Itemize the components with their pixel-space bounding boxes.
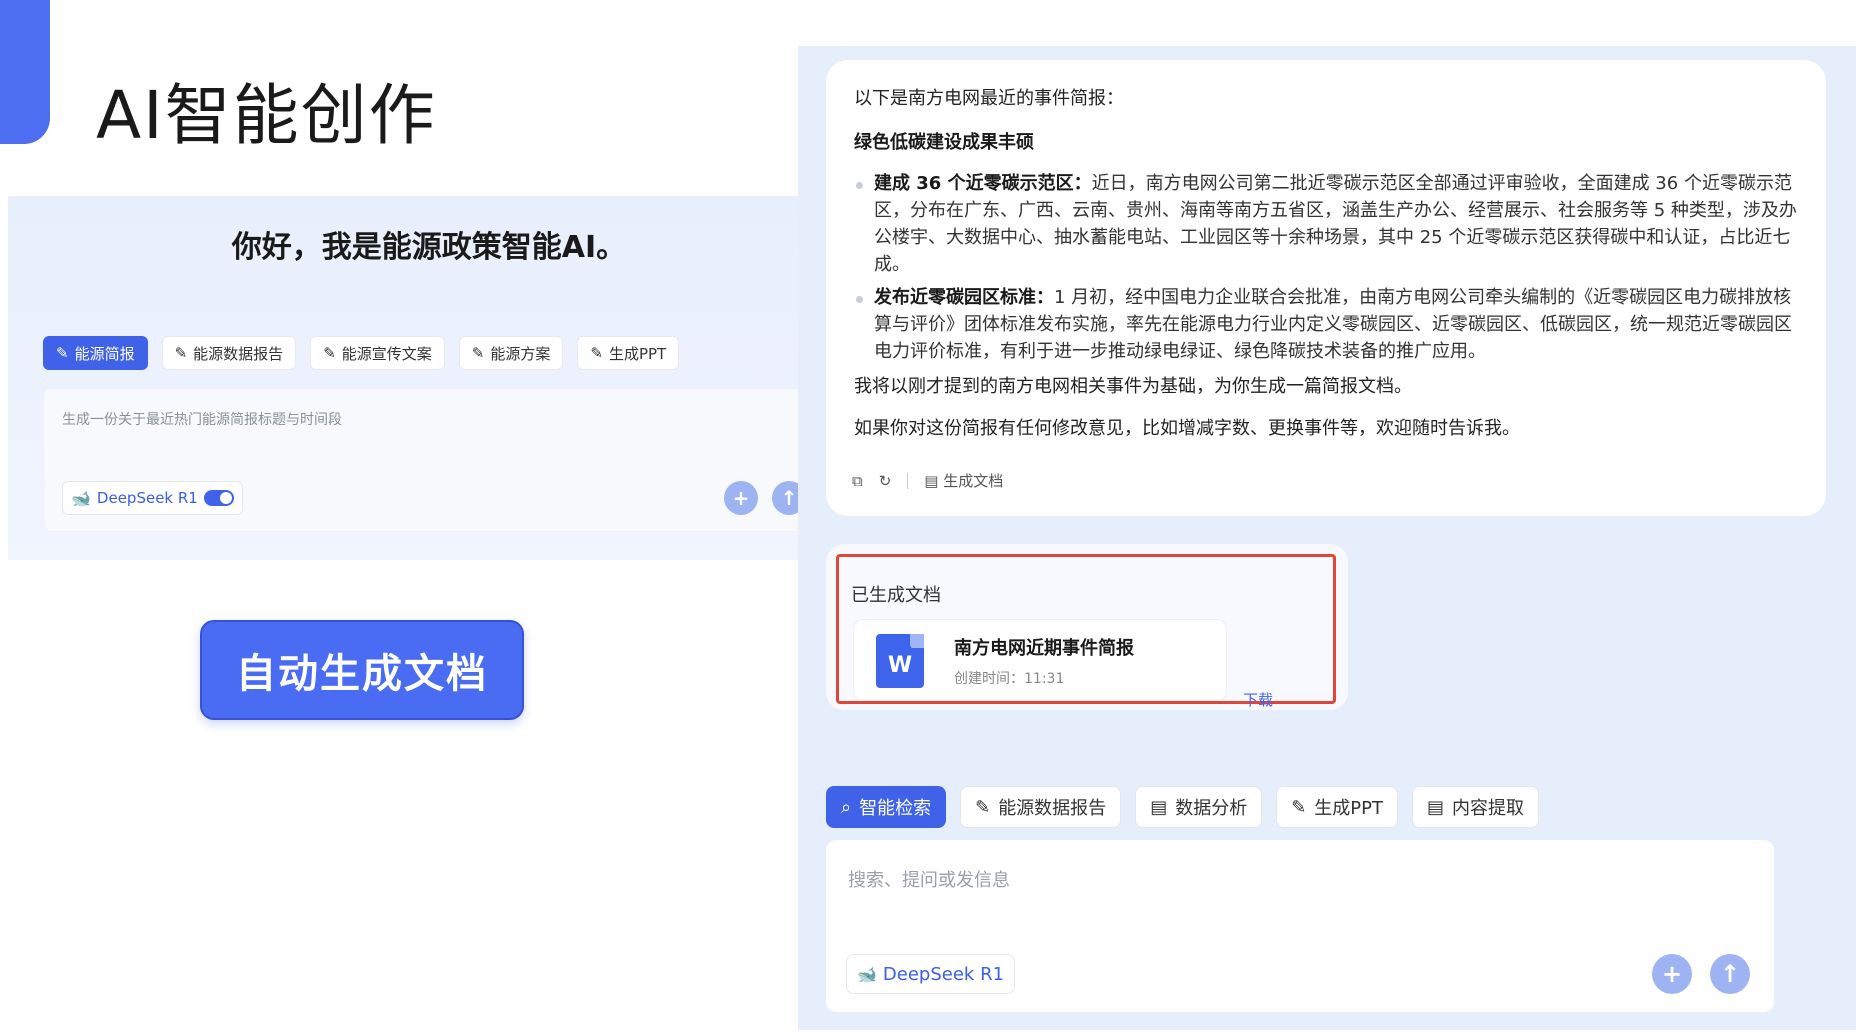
model-name: DeepSeek R1 xyxy=(96,489,198,507)
right-input-box[interactable]: 搜索、提问或发信息 🐋 DeepSeek R1 + ↑ xyxy=(826,840,1774,1012)
message-paragraph-2: 如果你对这份简报有任何修改意见，比如增减字数、更换事件等，欢迎随时告诉我。 xyxy=(854,418,1520,439)
doc-file-item[interactable]: W 南方电网近期事件简报 创建时间：11:31 xyxy=(853,619,1227,701)
chip-energy-data-report[interactable]: ✎ 能源数据报告 xyxy=(960,786,1122,828)
auto-generate-doc-button[interactable]: 自动生成文档 xyxy=(200,620,524,720)
left-input-box[interactable]: 生成一份关于最近热门能源简报标题与时间段 🐋 DeepSeek R1 + ↑ xyxy=(43,388,825,532)
pencil-icon: ✎ xyxy=(174,343,188,362)
add-attachment-button[interactable]: + xyxy=(1652,954,1692,994)
regenerate-icon[interactable]: ↻ xyxy=(879,472,892,490)
doc-created-time: 创建时间：11:31 xyxy=(954,671,1065,687)
message-bullet-1: 建成 36 个近零碳示范区：近日，南方电网公司第二批近零碳示范区全部通过评审验收… xyxy=(854,170,1804,278)
left-input-text[interactable]: 生成一份关于最近热门能源简报标题与时间段 xyxy=(62,409,342,429)
search-icon: ⌕ xyxy=(841,796,852,818)
document-icon: ▤ xyxy=(924,472,939,490)
send-button[interactable]: ↑ xyxy=(1710,954,1750,994)
chip-energy-data-report[interactable]: ✎ 能源数据报告 xyxy=(161,336,297,370)
assistant-message-bubble: 以下是南方电网最近的事件简报： 绿色低碳建设成果丰硕 建成 36 个近零碳示范区… xyxy=(826,60,1826,516)
generate-doc-action[interactable]: ▤ 生成文档 xyxy=(924,470,1003,491)
divider xyxy=(907,472,909,489)
right-chat-panel: 以下是南方电网最近的事件简报： 绿色低碳建设成果丰硕 建成 36 个近零碳示范区… xyxy=(798,46,1856,1030)
message-paragraph-1: 我将以刚才提到的南方电网相关事件为基础，为你生成一篇简报文档。 xyxy=(854,376,1412,397)
accent-bar xyxy=(0,0,50,144)
slide-title: AI智能创作 xyxy=(96,77,437,154)
left-model-selector[interactable]: 🐋 DeepSeek R1 xyxy=(62,481,243,515)
right-model-selector[interactable]: 🐋 DeepSeek R1 xyxy=(846,954,1016,994)
left-chip-row: ✎ 能源简报 ✎ 能源数据报告 ✎ 能源宣传文案 ✎ 能源方案 ✎ 生成PPT xyxy=(43,336,680,370)
copy-icon[interactable]: ⧉ xyxy=(852,472,863,490)
document-icon: ▤ xyxy=(1427,796,1445,818)
pencil-icon: ✎ xyxy=(323,343,336,362)
chip-energy-promo-copy[interactable]: ✎ 能源宣传文案 xyxy=(310,336,445,370)
add-attachment-button[interactable]: + xyxy=(724,481,758,515)
word-file-icon: W xyxy=(876,634,924,688)
chip-energy-brief[interactable]: ✎ 能源简报 xyxy=(43,336,148,370)
download-link[interactable]: 下载 xyxy=(1243,689,1273,710)
chip-data-analysis[interactable]: ▤ 数据分析 xyxy=(1135,786,1263,828)
right-chip-row: ⌕ 智能检索 ✎ 能源数据报告 ▤ 数据分析 ✎ 生成PPT ▤ 内容提取 xyxy=(826,786,1540,828)
pencil-icon: ✎ xyxy=(471,343,485,362)
deepseek-whale-icon: 🐋 xyxy=(857,964,877,984)
deepseek-whale-icon: 🐋 xyxy=(71,488,91,508)
message-intro: 以下是南方电网最近的事件简报： xyxy=(854,88,1124,109)
chip-content-extract[interactable]: ▤ 内容提取 xyxy=(1412,786,1540,828)
generated-doc-label: 已生成文档 xyxy=(851,585,941,606)
pencil-icon: ✎ xyxy=(975,796,991,818)
search-input[interactable]: 搜索、提问或发信息 xyxy=(848,866,1010,892)
greeting-text: 你好，我是能源政策智能AI。 xyxy=(231,230,627,265)
generated-doc-card: 已生成文档 W 南方电网近期事件简报 创建时间：11:31 下载 xyxy=(826,544,1348,710)
pencil-icon: ✎ xyxy=(56,343,69,362)
chip-generate-ppt[interactable]: ✎ 生成PPT xyxy=(1276,786,1399,828)
doc-title: 南方电网近期事件简报 xyxy=(954,638,1134,659)
model-name: DeepSeek R1 xyxy=(882,963,1005,985)
chip-energy-plan[interactable]: ✎ 能源方案 xyxy=(458,336,564,370)
message-actions: ⧉ ↻ ▤ 生成文档 xyxy=(852,470,1003,491)
message-bullet-2: 发布近零碳园区标准：1 月初，经中国电力企业联合会批准，由南方电网公司牵头编制的… xyxy=(854,284,1804,365)
left-chat-panel: 你好，我是能源政策智能AI。 ✎ 能源简报 ✎ 能源数据报告 ✎ 能源宣传文案 ✎ 能源… xyxy=(8,196,850,560)
highlight-outline: 已生成文档 W 南方电网近期事件简报 创建时间：11:31 下载 xyxy=(836,554,1336,709)
chip-smart-search[interactable]: ⌕ 智能检索 xyxy=(826,786,947,828)
pencil-icon: ✎ xyxy=(1291,796,1307,818)
pencil-icon: ✎ xyxy=(590,343,603,362)
chart-icon: ▤ xyxy=(1150,796,1168,818)
message-heading: 绿色低碳建设成果丰硕 xyxy=(854,132,1034,153)
chip-generate-ppt[interactable]: ✎ 生成PPT xyxy=(577,336,680,370)
deep-think-toggle[interactable] xyxy=(203,490,234,506)
